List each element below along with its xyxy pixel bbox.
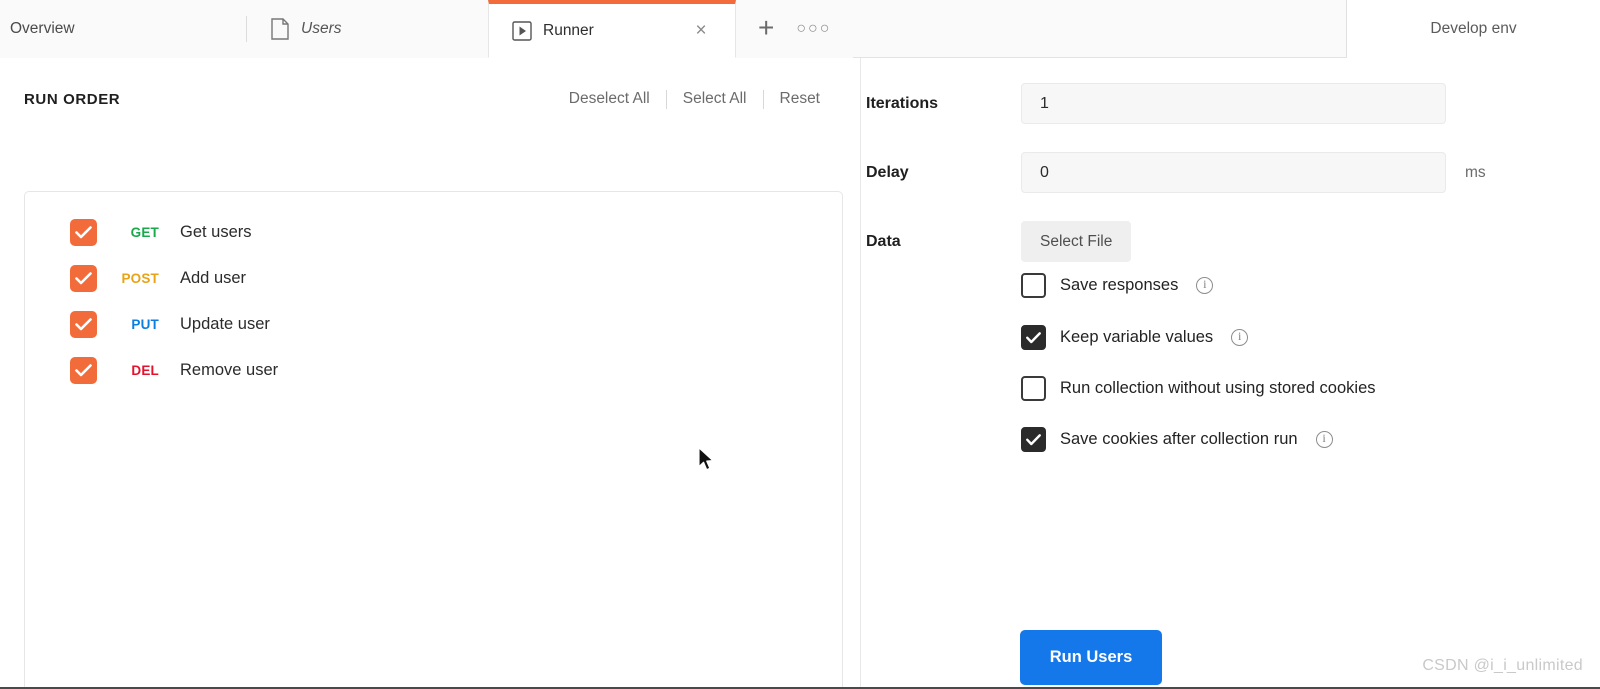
request-checkbox[interactable] <box>70 311 97 338</box>
run-without-cookies-checkbox[interactable] <box>1021 376 1046 401</box>
keep-variable-values-checkbox[interactable] <box>1021 325 1046 350</box>
run-collection-button[interactable]: Run Users <box>1020 630 1162 685</box>
tab-bar-spacer <box>853 0 1347 57</box>
iterations-label: Iterations <box>866 95 1021 113</box>
tab-users-label: Users <box>301 20 341 38</box>
option-label: Save cookies after collection run <box>1060 430 1298 449</box>
delay-unit-label: ms <box>1465 164 1486 182</box>
list-item[interactable]: PUT Update user <box>25 301 842 347</box>
deselect-all-button[interactable]: Deselect All <box>553 90 666 108</box>
tab-runner-label: Runner <box>543 22 594 40</box>
option-save-cookies[interactable]: Save cookies after collection run i <box>1021 427 1333 452</box>
new-tab-icon[interactable]: + <box>758 14 774 45</box>
run-order-header: RUN ORDER Deselect All Select All Reset <box>0 58 860 114</box>
delay-label: Delay <box>866 164 1021 182</box>
tab-overview-label: Overview <box>10 20 75 38</box>
request-method: DEL <box>106 363 168 378</box>
run-order-actions: Deselect All Select All Reset <box>553 90 836 109</box>
info-icon[interactable]: i <box>1316 431 1333 448</box>
option-keep-variable-values[interactable]: Keep variable values i <box>1021 325 1248 350</box>
runner-content: RUN ORDER Deselect All Select All Reset … <box>0 58 1600 689</box>
save-cookies-checkbox[interactable] <box>1021 427 1046 452</box>
request-name: Remove user <box>180 361 278 380</box>
request-list: GET Get users POST Add user PUT Update u… <box>24 191 843 689</box>
option-label: Save responses <box>1060 276 1178 295</box>
request-checkbox[interactable] <box>70 219 97 246</box>
option-label: Run collection without using stored cook… <box>1060 379 1376 398</box>
runner-play-icon <box>512 21 532 41</box>
request-name: Update user <box>180 315 270 334</box>
option-label: Keep variable values <box>1060 328 1213 347</box>
collection-icon <box>270 18 290 40</box>
info-icon[interactable]: i <box>1196 277 1213 294</box>
request-name: Add user <box>180 269 246 288</box>
environment-label: Develop env <box>1430 20 1516 38</box>
option-run-without-cookies[interactable]: Run collection without using stored cook… <box>1021 376 1376 401</box>
page-title: RUN ORDER <box>24 91 120 108</box>
run-settings-pane: Iterations Delay ms Data Select File Sav… <box>861 58 1600 689</box>
tab-runner[interactable]: Runner × <box>488 0 736 58</box>
postman-runner-window: Overview Users Runner × + ○○○ <box>0 0 1600 689</box>
close-icon[interactable]: × <box>691 21 711 41</box>
iterations-input[interactable] <box>1021 83 1446 124</box>
iterations-row: Iterations <box>866 83 1446 124</box>
run-order-pane: RUN ORDER Deselect All Select All Reset … <box>0 58 861 689</box>
delay-input[interactable] <box>1021 152 1446 193</box>
tab-users[interactable]: Users <box>246 0 488 58</box>
save-responses-checkbox[interactable] <box>1021 273 1046 298</box>
request-method: PUT <box>106 317 168 332</box>
request-name: Get users <box>180 223 252 242</box>
data-label: Data <box>866 233 1021 251</box>
request-method: GET <box>106 225 168 240</box>
data-row: Data Select File <box>866 221 1131 262</box>
select-file-button[interactable]: Select File <box>1021 221 1131 262</box>
request-checkbox[interactable] <box>70 265 97 292</box>
environment-selector[interactable]: Develop env <box>1347 0 1600 58</box>
request-checkbox[interactable] <box>70 357 97 384</box>
select-all-button[interactable]: Select All <box>667 90 763 108</box>
delay-row: Delay ms <box>866 152 1486 193</box>
list-item[interactable]: DEL Remove user <box>25 347 842 393</box>
tab-bar-actions: + ○○○ <box>736 0 853 58</box>
reset-button[interactable]: Reset <box>764 90 837 108</box>
list-item[interactable]: GET Get users <box>25 209 842 255</box>
tab-bar: Overview Users Runner × + ○○○ <box>0 0 1600 58</box>
request-method: POST <box>106 271 168 286</box>
list-item[interactable]: POST Add user <box>25 255 842 301</box>
info-icon[interactable]: i <box>1231 329 1248 346</box>
watermark: CSDN @i_i_unlimited <box>1422 657 1583 675</box>
option-save-responses[interactable]: Save responses i <box>1021 273 1213 298</box>
more-options-icon[interactable]: ○○○ <box>796 21 831 37</box>
tab-overview[interactable]: Overview <box>0 0 246 58</box>
